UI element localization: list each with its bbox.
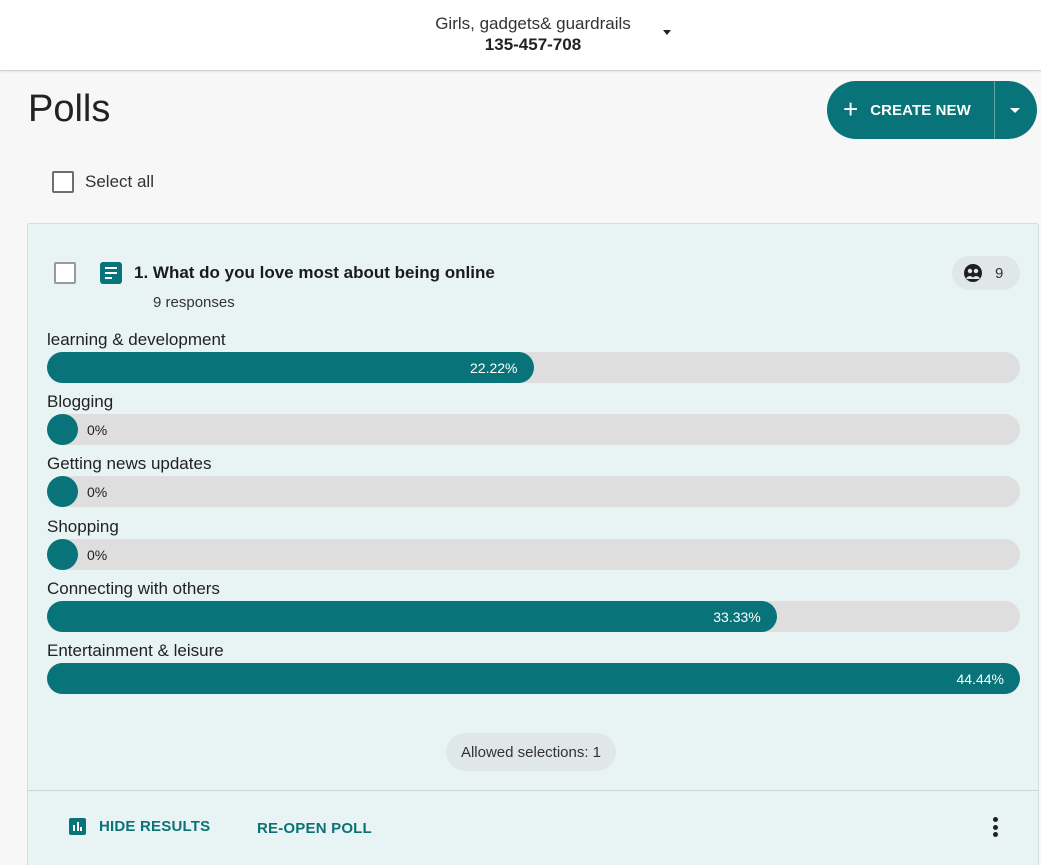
poll-option: learning & development 22.22% bbox=[47, 330, 1020, 383]
chevron-down-icon bbox=[1010, 107, 1020, 113]
poll-responses-count: 9 responses bbox=[153, 294, 235, 311]
poll-card-footer: HIDE RESULTS RE-OPEN POLL bbox=[28, 790, 1038, 865]
chevron-down-icon[interactable] bbox=[663, 30, 671, 35]
poll-option-label: Getting news updates bbox=[47, 454, 212, 473]
poll-option: Entertainment & leisure 44.44% bbox=[47, 641, 1020, 694]
poll-question-icon bbox=[100, 262, 122, 284]
poll-option-bar-track: 44.44% bbox=[47, 663, 1020, 694]
meeting-info: Girls, gadgets& guardrails 135-457-708 bbox=[0, 13, 1041, 56]
poll-option: Blogging 0% bbox=[47, 392, 1020, 445]
top-bar: Girls, gadgets& guardrails 135-457-708 bbox=[0, 0, 1041, 71]
poll-option-bar-fill bbox=[47, 414, 78, 445]
select-all-checkbox[interactable]: Select all bbox=[52, 171, 154, 193]
poll-title: 1. What do you love most about being onl… bbox=[134, 263, 495, 282]
checkbox[interactable] bbox=[52, 171, 74, 193]
meeting-name: Girls, gadgets& guardrails bbox=[435, 14, 631, 33]
poll-option-bar-track: 22.22% bbox=[47, 352, 1020, 383]
page-title: Polls bbox=[28, 88, 111, 130]
poll-option-percent: 33.33% bbox=[713, 609, 761, 625]
poll-option-percent: 22.22% bbox=[470, 360, 518, 376]
plus-icon: + bbox=[843, 93, 859, 124]
poll-select-checkbox[interactable] bbox=[54, 262, 76, 284]
poll-option-label: Entertainment & leisure bbox=[47, 641, 224, 660]
poll-option-label: Connecting with others bbox=[47, 579, 220, 598]
allowed-selections-badge: Allowed selections: 1 bbox=[446, 733, 616, 771]
reopen-poll-button[interactable]: RE-OPEN POLL bbox=[257, 820, 372, 837]
hide-results-label: HIDE RESULTS bbox=[99, 818, 211, 835]
poll-option-percent: 0% bbox=[87, 422, 108, 438]
poll-option-bar-fill bbox=[47, 539, 78, 570]
poll-option-bar-track: 33.33% bbox=[47, 601, 1020, 632]
poll-option-bar-track: 0% bbox=[47, 476, 1020, 507]
poll-option-label: learning & development bbox=[47, 330, 226, 349]
participants-icon bbox=[964, 264, 982, 282]
create-new-button[interactable]: + CREATE NEW bbox=[827, 81, 995, 139]
poll-option-bar-track: 0% bbox=[47, 539, 1020, 570]
poll-option-bar-fill bbox=[47, 663, 1020, 694]
poll-option: Shopping 0% bbox=[47, 517, 1020, 570]
poll-option: Getting news updates 0% bbox=[47, 454, 1020, 507]
poll-option: Connecting with others 33.33% bbox=[47, 579, 1020, 632]
poll-option-bar-track: 0% bbox=[47, 414, 1020, 445]
poll-card: 1. What do you love most about being onl… bbox=[27, 223, 1039, 865]
poll-option-percent: 0% bbox=[87, 547, 108, 563]
bar-chart-icon bbox=[69, 818, 86, 835]
poll-option-bar-fill bbox=[47, 476, 78, 507]
poll-option-percent: 0% bbox=[87, 484, 108, 500]
participant-count-badge[interactable]: 9 bbox=[952, 256, 1020, 290]
more-vertical-icon[interactable] bbox=[991, 817, 999, 841]
create-new-dropdown-button[interactable] bbox=[995, 81, 1037, 139]
poll-option-percent: 44.44% bbox=[956, 671, 1004, 687]
poll-option-label: Shopping bbox=[47, 517, 119, 536]
select-all-label: Select all bbox=[85, 172, 154, 191]
hide-results-button[interactable]: HIDE RESULTS bbox=[69, 818, 210, 835]
participant-count: 9 bbox=[995, 264, 1004, 282]
create-new-button-group: + CREATE NEW bbox=[827, 81, 1037, 139]
create-new-label: CREATE NEW bbox=[870, 101, 971, 119]
meeting-id: 135-457-708 bbox=[484, 35, 582, 54]
poll-option-label: Blogging bbox=[47, 392, 114, 411]
poll-option-bar-fill bbox=[47, 601, 777, 632]
